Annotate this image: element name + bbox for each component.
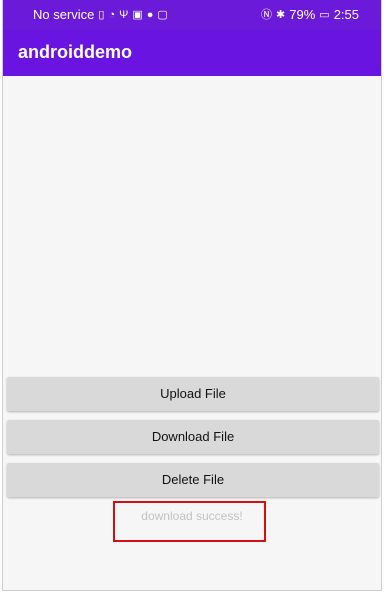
download-file-button[interactable]: Download File — [7, 420, 379, 454]
sim-icon: ▯ — [98, 8, 105, 21]
status-bar: No service ▯ ◔ Ψ ▣ ● ▢ Ⓝ ✱ 79% ▭ 2:55 — [3, 0, 381, 30]
message-icon: ● — [146, 8, 154, 21]
nfc-icon: Ⓝ — [261, 8, 273, 21]
time-text: 2:55 — [333, 7, 359, 22]
notification-icon: ▣ — [132, 8, 143, 21]
upload-file-button[interactable]: Upload File — [7, 377, 379, 411]
shield-icon: ▢ — [157, 8, 168, 21]
battery-text: 79% — [289, 7, 316, 22]
app-title: androiddemo — [18, 42, 133, 62]
bluetooth-icon: ✱ — [276, 8, 286, 21]
delete-file-button[interactable]: Delete File — [7, 463, 379, 497]
phone-screen: No service ▯ ◔ Ψ ▣ ● ▢ Ⓝ ✱ 79% ▭ 2:55 an… — [2, 0, 382, 591]
wifi-icon: ◔ — [108, 8, 116, 21]
app-bar: androiddemo — [3, 30, 381, 76]
battery-icon: ▭ — [319, 8, 330, 21]
status-left: No service ▯ ◔ Ψ ▣ ● ▢ — [33, 7, 168, 22]
status-right: Ⓝ ✱ 79% ▭ 2:55 — [261, 7, 359, 22]
carrier-text: No service — [33, 7, 95, 22]
main-content: Upload File Download File Delete File do… — [3, 76, 381, 590]
usb-icon: Ψ — [119, 8, 129, 21]
highlight-box — [113, 501, 266, 542]
